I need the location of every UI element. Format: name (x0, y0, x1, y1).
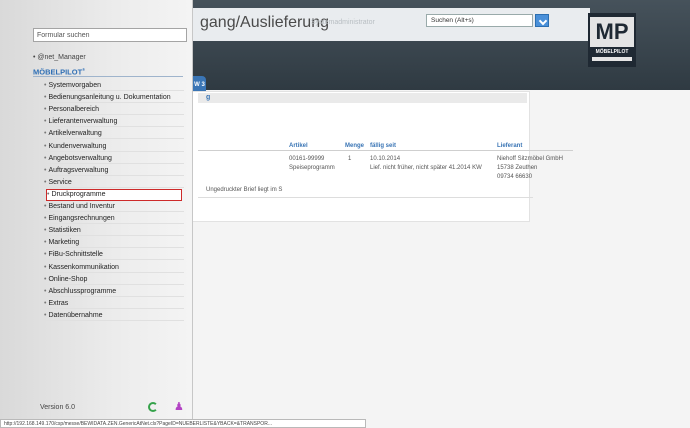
logo-wordmark: MÖBELPILOT (595, 49, 629, 55)
menu-item-label: Extras (48, 299, 69, 307)
menu-item-label: Abschlussprogramme (48, 287, 117, 295)
refresh-icon[interactable] (148, 402, 158, 412)
menu-item[interactable]: • Systemvorgaben (44, 80, 184, 91)
menu-item[interactable]: • Personalbereich (44, 104, 184, 116)
user-label: Systemadministrator (311, 19, 375, 26)
cell-menge: 1 (348, 156, 352, 162)
menu-item[interactable]: • Statistiken (44, 225, 184, 237)
menu-item-label: Kundenverwaltung (48, 142, 107, 150)
bullet-icon: • (44, 251, 47, 259)
user-icon[interactable]: ♟ (174, 401, 184, 413)
col-faellig[interactable]: fällig seit (370, 143, 396, 149)
bullet-icon: • (44, 154, 47, 162)
menu-item-label: Bedienungsanleitung u. Dokumentation (48, 94, 171, 102)
bullet-icon: • (44, 263, 47, 271)
cell-artikel-nr: 00161-99999 (289, 156, 325, 162)
status-bar-url: http://192.168.149.170/csp/messe/BEWIDAT… (0, 419, 366, 428)
bullet-icon: • (44, 178, 47, 186)
brand-underline (33, 76, 183, 77)
bullet-icon: • (44, 299, 47, 307)
bullet-icon: • (44, 287, 47, 295)
menu-item[interactable]: • Extras (44, 298, 184, 309)
menu-item-label: Personalbereich (48, 106, 100, 114)
screen: gang/Auslieferung Systemadministrator Su… (0, 0, 690, 428)
cell-lieferant-city: 15738 Zeuthen (497, 165, 538, 171)
panel-bottom-rule (198, 197, 533, 198)
side-menu: • @net_Manager MÖBELPILOT® •Systemvorgab… (0, 0, 193, 428)
bullet-icon: • (44, 142, 47, 150)
menu-item-label: Marketing (48, 239, 80, 247)
menu-item-label: Druckprogramme (51, 190, 106, 198)
menu-item-label: Artikelverwaltung (48, 130, 102, 138)
menu-item-label: Eingangsrechnungen (48, 215, 115, 223)
panel-heading-bar (198, 93, 527, 103)
menu-item[interactable]: • Lieferantenverwaltung (44, 116, 184, 128)
bullet-icon: • (44, 275, 47, 283)
bullet-icon: • (44, 130, 47, 138)
form-search-input[interactable] (33, 28, 187, 42)
logo-underline (592, 57, 632, 61)
menu-item[interactable]: • Service (44, 177, 184, 188)
cell-brief-note: Ungedruckter Brief liegt im S (206, 187, 283, 193)
menu-item-label: Systemvorgaben (48, 82, 101, 89)
menu-item[interactable]: • Online-Shop (44, 274, 184, 285)
bullet-icon: • (47, 190, 50, 198)
menu-item[interactable]: • FiBu-Schnittstelle (44, 249, 184, 261)
menu-item[interactable]: • Eingangsrechnungen (44, 213, 184, 225)
search-icon[interactable] (535, 14, 549, 27)
bullet-icon: • (44, 215, 47, 223)
col-lieferant[interactable]: Lieferant (497, 143, 522, 149)
cell-lieferant-name: Niehoff Sitzmöbel GmbH (497, 156, 563, 162)
menu-item[interactable]: • Artikelverwaltung (44, 128, 184, 140)
menu-item-label: Angebotsverwaltung (48, 154, 112, 162)
cell-faellig-date: 10.10.2014 (370, 156, 401, 162)
menu-item[interactable]: • Kundenverwaltung (44, 141, 184, 152)
menu-item-label: Bestand und Inventur (48, 203, 116, 210)
col-menge[interactable]: Menge (345, 143, 364, 149)
menu-root-label: @net_Manager (37, 54, 86, 61)
content-panel (190, 91, 530, 222)
menu-item[interactable]: • Angebotsverwaltung (44, 153, 184, 164)
menu-item[interactable]: • Datenübernahme (44, 310, 184, 321)
menu-item[interactable]: • Druckprogramme (46, 188, 182, 201)
logo-mark: MP (590, 17, 634, 47)
page-title: gang/Auslieferung (200, 14, 329, 31)
bullet-icon: • (44, 106, 47, 114)
bullet-icon: • (44, 118, 47, 126)
version-label: Version 6.0 (40, 404, 76, 411)
menu-item[interactable]: • Bedienungsanleitung u. Dokumentation (44, 92, 184, 104)
cell-lieferant-phone: 09734 66630 (497, 174, 533, 180)
menu-item-label: Statistiken (48, 227, 81, 235)
bullet-icon: • (44, 203, 47, 210)
menu-root[interactable]: • @net_Manager (33, 54, 86, 61)
bullet-icon: • (44, 311, 47, 319)
menu-item-label: FiBu-Schnittstelle (48, 251, 103, 259)
menu-item[interactable]: • Marketing (44, 237, 184, 249)
bullet-icon: • (44, 166, 47, 174)
col-artikel[interactable]: Artikel (289, 143, 308, 149)
bullet-icon: • (44, 82, 47, 89)
menu-item[interactable]: • Bestand und Inventur (44, 201, 184, 212)
menu-item[interactable]: • Kassenkommunikation (44, 262, 184, 273)
menu-item-label: Lieferantenverwaltung (48, 118, 118, 126)
cell-artikel-name: Speiseprogramm (289, 165, 335, 171)
table-header-rule (198, 150, 573, 151)
menu-item-label: Datenübernahme (48, 311, 103, 319)
global-search-input[interactable]: Suchen (Alt+s) (426, 14, 533, 27)
cell-faellig-note: Lief. nicht früher, nicht später 41.2014… (370, 165, 482, 171)
menu-item-label: Service (48, 178, 72, 186)
menu-item-label: Auftragsverwaltung (48, 166, 109, 174)
menu-item-label: Online-Shop (48, 275, 88, 283)
bullet-icon: • (44, 227, 47, 235)
brand-mark: ® (82, 67, 86, 72)
panel-heading: g (206, 94, 211, 101)
bullet-icon: • (44, 239, 47, 247)
menu-item[interactable]: • Abschlussprogramme (44, 286, 184, 297)
menu-item-label: Kassenkommunikation (48, 263, 119, 271)
bullet-icon: • (44, 94, 47, 102)
menu-item[interactable]: • Auftragsverwaltung (44, 165, 184, 176)
